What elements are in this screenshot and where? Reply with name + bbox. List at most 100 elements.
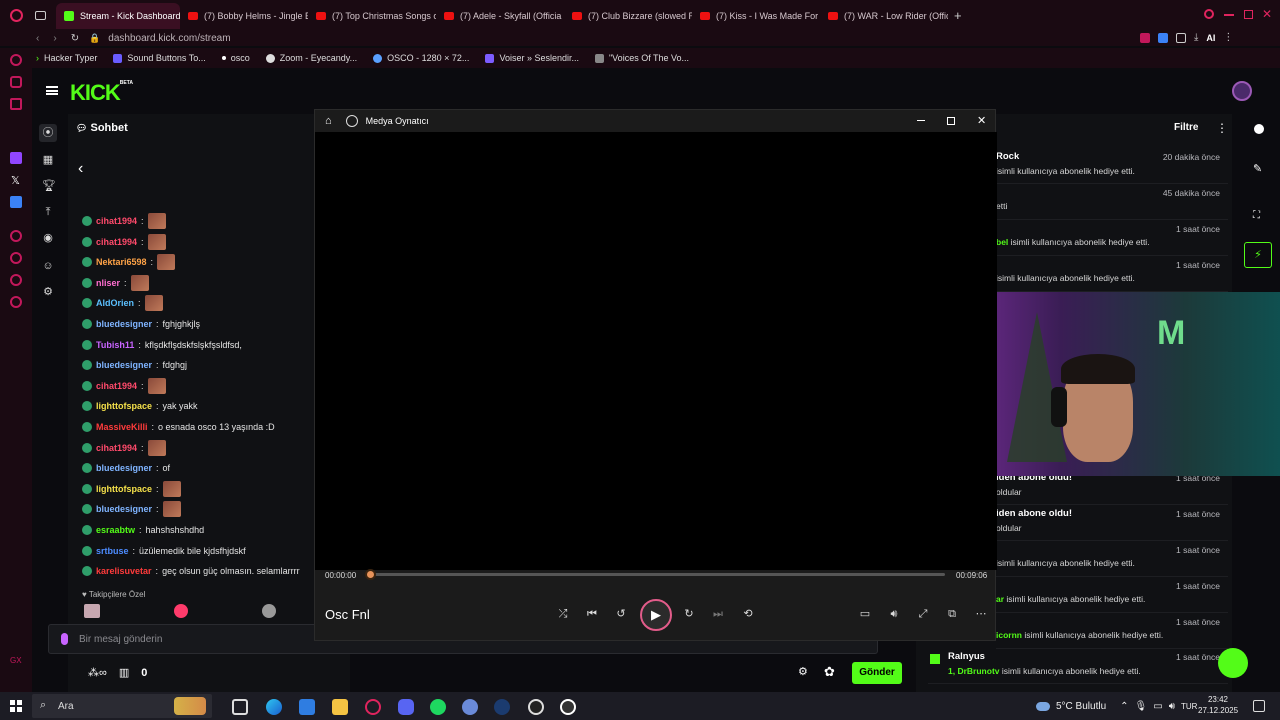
shuffle-icon[interactable]: ⤮	[555, 606, 571, 622]
video-area[interactable]	[315, 132, 997, 570]
heart-icon[interactable]	[10, 274, 22, 286]
chat-username[interactable]: Nektari6598	[96, 257, 147, 267]
chat-username[interactable]: nliser	[96, 278, 120, 288]
x-icon[interactable]: 𝕏	[11, 174, 20, 187]
rewind-icon[interactable]: ↺	[613, 606, 629, 622]
tab-youtube[interactable]: (7) Kiss - I Was Made For	[692, 3, 820, 29]
taskbar-clock[interactable]: 23:42 27.12.2025	[1198, 694, 1238, 716]
feed-item[interactable]: 1 saat önce icornn isimli kullanıcıya abo…	[996, 615, 1228, 649]
tab-youtube[interactable]: (7) WAR - Low Rider (Offic	[820, 3, 948, 29]
spotify-icon[interactable]	[430, 699, 446, 715]
miniplayer-icon[interactable]: ⧉	[944, 606, 960, 622]
analytics-icon[interactable]: ▦	[42, 154, 54, 166]
chevron-up-icon[interactable]: ⌃	[1120, 701, 1128, 712]
close-icon[interactable]: ✕	[1262, 7, 1272, 21]
vscode-icon[interactable]	[10, 196, 22, 208]
bookmark[interactable]: › Hacker Typer	[36, 53, 97, 63]
network-icon[interactable]: ▭	[1153, 701, 1162, 712]
feed-item[interactable]: 45 dakika önce etti	[996, 186, 1228, 220]
stream-icon[interactable]: ⦿	[39, 124, 57, 142]
chat-username[interactable]: cihat1994	[96, 443, 137, 453]
edge-icon[interactable]	[266, 699, 282, 715]
language-indicator[interactable]: TUR	[1181, 702, 1197, 711]
explorer-icon[interactable]	[332, 699, 348, 715]
chat-settings-icon[interactable]: ⚙	[798, 665, 808, 678]
feed-item[interactable]: 1 saat önce isimli kullanıcıya abonelik h…	[996, 543, 1228, 577]
chat-username[interactable]: lighttofspace	[96, 484, 152, 494]
search-icon[interactable]	[1204, 9, 1214, 19]
tab-youtube[interactable]: (7) Club Bizzare (slowed R	[564, 3, 692, 29]
feed-item[interactable]: 1 saat önce ar isimli kullanıcıya aboneli…	[996, 579, 1228, 613]
bookmark[interactable]: Voiser » Seslendir...	[485, 53, 579, 63]
notification-icon[interactable]	[1253, 700, 1265, 712]
tab-overview-icon[interactable]	[35, 10, 46, 20]
kick-logo[interactable]: KICKBETA	[70, 80, 133, 106]
mic-icon[interactable]: 🎙︎	[1135, 701, 1148, 712]
forward-icon[interactable]: ↻	[681, 606, 697, 622]
windows-start-icon[interactable]	[10, 700, 22, 712]
minimize-icon[interactable]	[1224, 14, 1234, 16]
download-icon[interactable]: ⤓	[1194, 32, 1198, 43]
app-icon[interactable]	[462, 699, 478, 715]
feed-item[interactable]: 1 saat önce isimli kullanıcıya abonelik h…	[996, 258, 1228, 292]
tab-kick-dashboard[interactable]: Stream - Kick Dashboard	[56, 3, 180, 29]
feed-highlight[interactable]: DrBrunotv	[957, 666, 999, 676]
bookmark[interactable]: OSCO - 1280 × 72...	[373, 53, 469, 63]
users-icon[interactable]: ☺	[42, 260, 54, 272]
chat-username[interactable]: srtbuse	[96, 546, 129, 556]
info-icon[interactable]	[1254, 124, 1264, 134]
back-arrow-icon[interactable]: ‹	[78, 160, 83, 178]
bookmark[interactable]: Sound Buttons To...	[113, 53, 206, 63]
chat-username[interactable]: cihat1994	[96, 216, 137, 226]
next-icon[interactable]: ⏭	[710, 606, 726, 622]
aria-icon[interactable]	[10, 54, 22, 66]
chat-username[interactable]: cihat1994	[96, 237, 137, 247]
extension-icon[interactable]	[1140, 32, 1150, 43]
trophy-icon[interactable]: 🏆︎	[42, 180, 56, 192]
more-icon[interactable]: ⋯	[973, 606, 989, 622]
chat-username[interactable]: MassiveKilli	[96, 422, 148, 432]
feed-item[interactable]: 1 saat önce iden abone oldu! oldular	[996, 507, 1228, 541]
task-view-icon[interactable]	[232, 699, 248, 715]
chat-username[interactable]: cihat1994	[96, 381, 137, 391]
focus-icon[interactable]: ⛶	[1253, 210, 1260, 221]
home-icon[interactable]: ⌂	[325, 115, 332, 127]
obs-icon[interactable]	[528, 699, 544, 715]
chat-username[interactable]: bluedesigner	[96, 463, 152, 473]
maximize-icon[interactable]	[1244, 10, 1253, 19]
follower-avatar[interactable]	[174, 604, 188, 618]
mail-icon[interactable]	[10, 98, 22, 110]
chat-username[interactable]: karelisuvetar	[96, 566, 152, 576]
chat-username[interactable]: lighttofspace	[96, 401, 152, 411]
follower-avatar[interactable]	[84, 604, 100, 618]
seek-bar[interactable]	[371, 573, 945, 576]
lightning-icon[interactable]: ⚡︎	[1244, 242, 1272, 268]
chat-username[interactable]: bluedesigner	[96, 360, 152, 370]
chat-username[interactable]: bluedesigner	[96, 504, 152, 514]
tab-youtube[interactable]: (7) Adele - Skyfall (Officia	[436, 3, 564, 29]
opera-gx-icon[interactable]	[365, 699, 381, 715]
camera-icon[interactable]: ◉	[42, 232, 54, 244]
chat-username[interactable]: bluedesigner	[96, 319, 152, 329]
taskbar-search[interactable]: ⌕ Ara	[32, 694, 212, 718]
gx-icon[interactable]: GX	[10, 656, 22, 665]
url-field[interactable]: dashboard.kick.com/stream	[108, 33, 230, 44]
steam-icon[interactable]	[494, 699, 510, 715]
filter-button[interactable]: Filtre	[1174, 122, 1198, 133]
play-button[interactable]: ▶	[640, 599, 672, 631]
bookmark[interactable]: "Voices Of The Vo...	[594, 53, 689, 63]
puzzle-icon[interactable]	[1176, 32, 1186, 43]
store-icon[interactable]	[299, 699, 315, 715]
emote-icon[interactable]: ✿	[824, 664, 835, 680]
maximize-icon[interactable]	[947, 117, 955, 125]
bookmark[interactable]: Zoom - Eyecandy...	[265, 53, 357, 63]
tab-youtube[interactable]: (7) Bobby Helms - Jingle B	[180, 3, 308, 29]
subtitles-icon[interactable]: ▭	[857, 606, 873, 622]
media-player-taskbar-icon[interactable]	[560, 699, 576, 715]
pencil-icon[interactable]: ✎	[1253, 162, 1262, 175]
ai-button[interactable]: AI	[1206, 33, 1215, 43]
forward-icon[interactable]: ›	[53, 33, 56, 44]
feed-highlight[interactable]: ar	[996, 594, 1004, 604]
messenger-icon[interactable]	[10, 76, 22, 88]
back-icon[interactable]: ‹	[36, 33, 39, 44]
